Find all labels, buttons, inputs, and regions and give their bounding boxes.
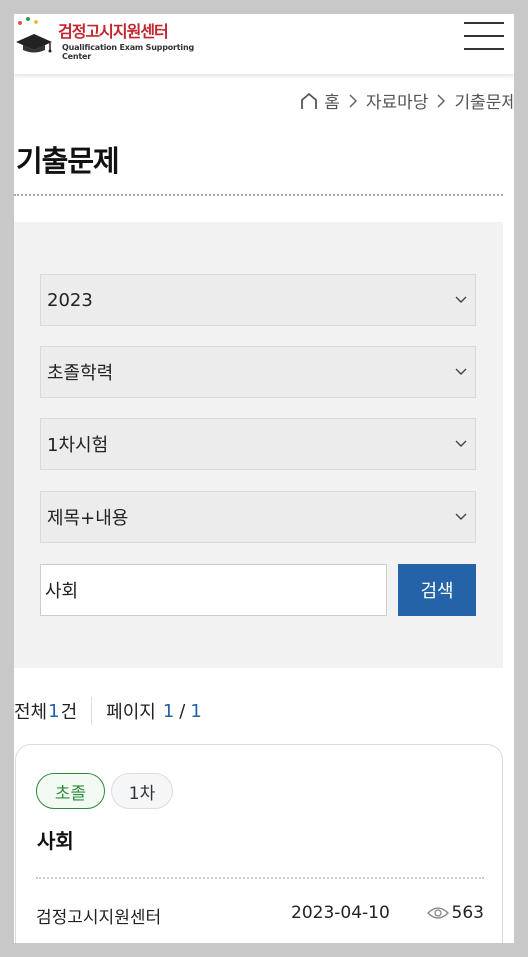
level-select-value: 초졸학력 (47, 363, 114, 384)
keyword-input[interactable]: 사회 (40, 564, 387, 616)
result-author: 검정고시지원센터 (36, 908, 162, 928)
keyword-input-value: 사회 (45, 581, 79, 602)
logo-english-text: Qualification Exam Supporting Center (62, 43, 194, 61)
hamburger-menu-icon[interactable] (464, 22, 504, 52)
round-select-value: 1차시험 (47, 435, 109, 456)
total-label: 전체 (14, 702, 48, 723)
breadcrumb-section[interactable]: 자료마당 (366, 88, 429, 113)
total-pages: 1 (190, 700, 202, 722)
site-logo[interactable]: 검정고시지원센터 Qualification Exam Supporting C… (14, 16, 194, 62)
page-label: 페이지 (106, 702, 156, 723)
site-header: 검정고시지원센터 Qualification Exam Supporting C… (14, 14, 514, 74)
year-select-value: 2023 (47, 289, 93, 311)
result-meta: 검정고시지원센터 2023-04-10 563 (36, 903, 484, 929)
title-divider (14, 194, 503, 196)
level-select[interactable]: 초졸학력 (40, 346, 476, 398)
result-date: 2023-04-10 (291, 903, 390, 923)
chevron-down-icon (455, 440, 467, 447)
result-summary: 전체 1 건 페이지 1 / 1 (14, 696, 203, 726)
level-badge: 초졸 (36, 773, 105, 809)
home-icon[interactable] (300, 92, 318, 110)
result-views: 563 (426, 903, 484, 923)
card-divider (36, 877, 484, 879)
total-count: 1 (48, 700, 60, 722)
breadcrumb-home[interactable]: 홈 (324, 88, 340, 113)
view-count: 563 (451, 903, 484, 923)
page-title: 기출문제 (16, 144, 120, 178)
logo-korean-text: 검정고시지원센터 (58, 22, 169, 41)
search-filter-panel: 2023 초졸학력 1차시험 제목+내용 사회 검색 (14, 222, 503, 668)
search-button[interactable]: 검색 (398, 564, 476, 616)
eye-icon (426, 907, 449, 919)
result-card[interactable]: 초졸 1차 사회 검정고시지원센터 2023-04-10 563 (15, 744, 503, 943)
graduation-cap-icon (16, 17, 52, 53)
round-badge: 1차 (111, 773, 173, 809)
breadcrumb: 홈 자료마당 기출문제 (300, 88, 514, 113)
chevron-down-icon (455, 513, 467, 520)
chevron-down-icon (455, 368, 467, 375)
year-select[interactable]: 2023 (40, 274, 476, 326)
chevron-right-icon (437, 93, 446, 108)
breadcrumb-current: 기출문제 (454, 93, 514, 113)
chevron-down-icon (455, 296, 467, 303)
page-divider: / (179, 700, 186, 722)
total-suffix: 건 (60, 702, 78, 723)
round-select[interactable]: 1차시험 (40, 418, 476, 470)
app-frame: 검정고시지원센터 Qualification Exam Supporting C… (14, 14, 514, 943)
search-field-select-value: 제목+내용 (47, 508, 129, 529)
chevron-right-icon (349, 93, 357, 108)
current-page: 1 (162, 700, 175, 722)
result-title[interactable]: 사회 (37, 825, 74, 854)
search-field-select[interactable]: 제목+내용 (40, 491, 476, 543)
summary-divider (91, 697, 93, 725)
